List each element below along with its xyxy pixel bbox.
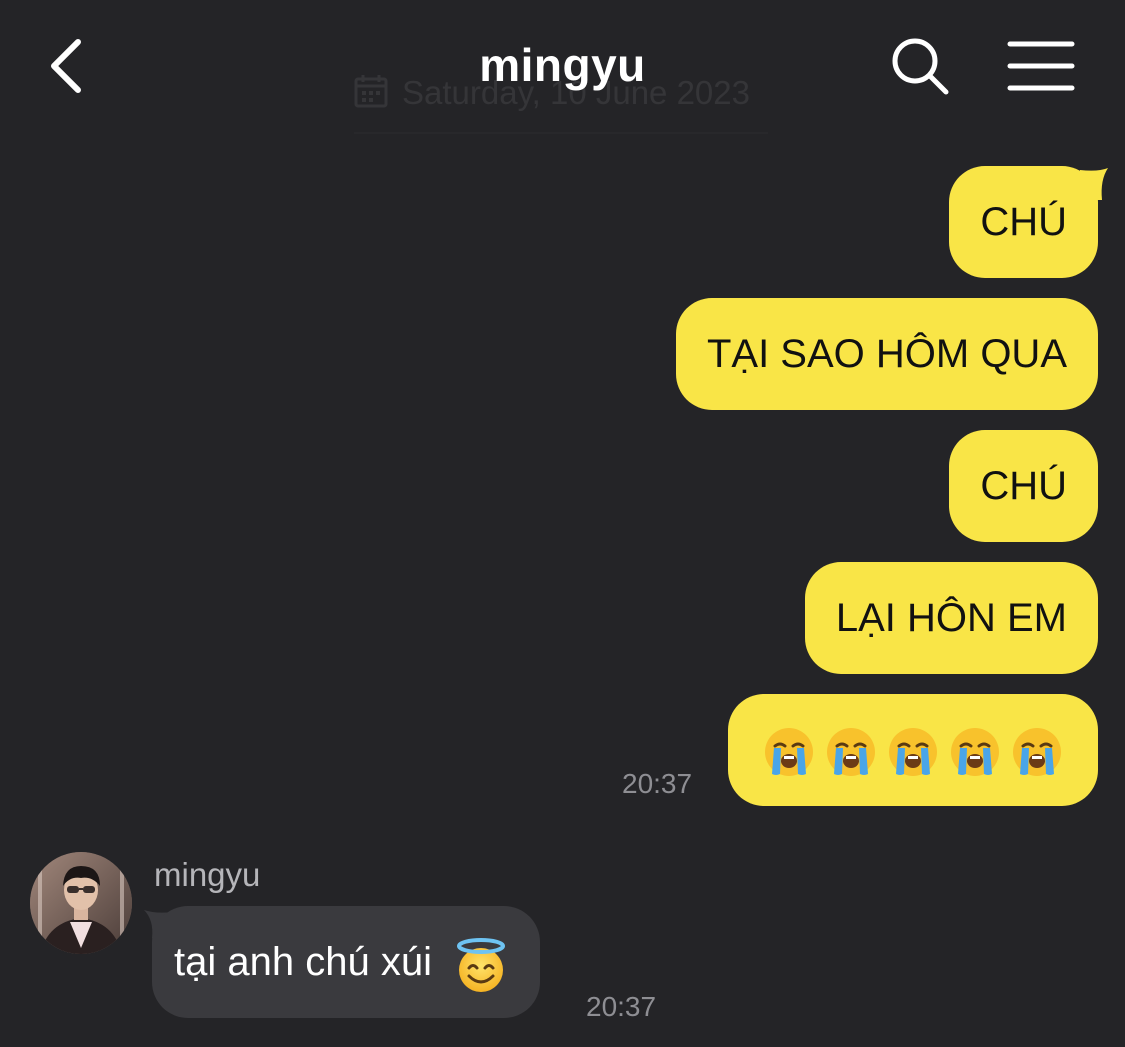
avatar[interactable] bbox=[30, 852, 132, 954]
hamburger-menu-icon bbox=[1007, 41, 1075, 91]
message-text: CHÚ bbox=[980, 464, 1067, 508]
search-icon bbox=[892, 38, 949, 95]
message-timestamp: 20:37 bbox=[622, 768, 693, 799]
smiling-face-with-halo-icon bbox=[453, 938, 506, 993]
message-text: LẠI HÔN EM bbox=[835, 596, 1067, 640]
outgoing-message[interactable]: CHÚ bbox=[949, 430, 1098, 542]
outgoing-message[interactable]: CHÚ bbox=[949, 166, 1098, 278]
chat-title: mingyu bbox=[479, 39, 646, 91]
chat-header: Saturday, 10 June 2023 mingyu bbox=[0, 0, 1125, 135]
loudly-crying-face-icon bbox=[763, 726, 815, 778]
message-timestamp: 20:37 bbox=[586, 991, 657, 1022]
loudly-crying-face-icon bbox=[825, 726, 877, 778]
sender-name: mingyu bbox=[154, 856, 261, 893]
message-text: tại anh chú xúi bbox=[174, 940, 432, 984]
outgoing-emoji-message[interactable] bbox=[728, 694, 1098, 806]
outgoing-message[interactable]: TẠI SAO HÔM QUA bbox=[675, 298, 1098, 410]
message-text: CHÚ bbox=[980, 200, 1067, 244]
incoming-message[interactable]: tại anh chú xúi bbox=[152, 906, 541, 1018]
menu-button[interactable] bbox=[1006, 38, 1076, 94]
outgoing-message[interactable]: LẠI HÔN EM bbox=[804, 562, 1098, 674]
loudly-crying-face-icon bbox=[1011, 726, 1063, 778]
loudly-crying-face-icon bbox=[949, 726, 1001, 778]
loudly-crying-face-icon bbox=[887, 726, 939, 778]
message-text: TẠI SAO HÔM QUA bbox=[706, 332, 1067, 376]
avatar-photo bbox=[30, 852, 132, 954]
search-button[interactable] bbox=[888, 34, 952, 98]
